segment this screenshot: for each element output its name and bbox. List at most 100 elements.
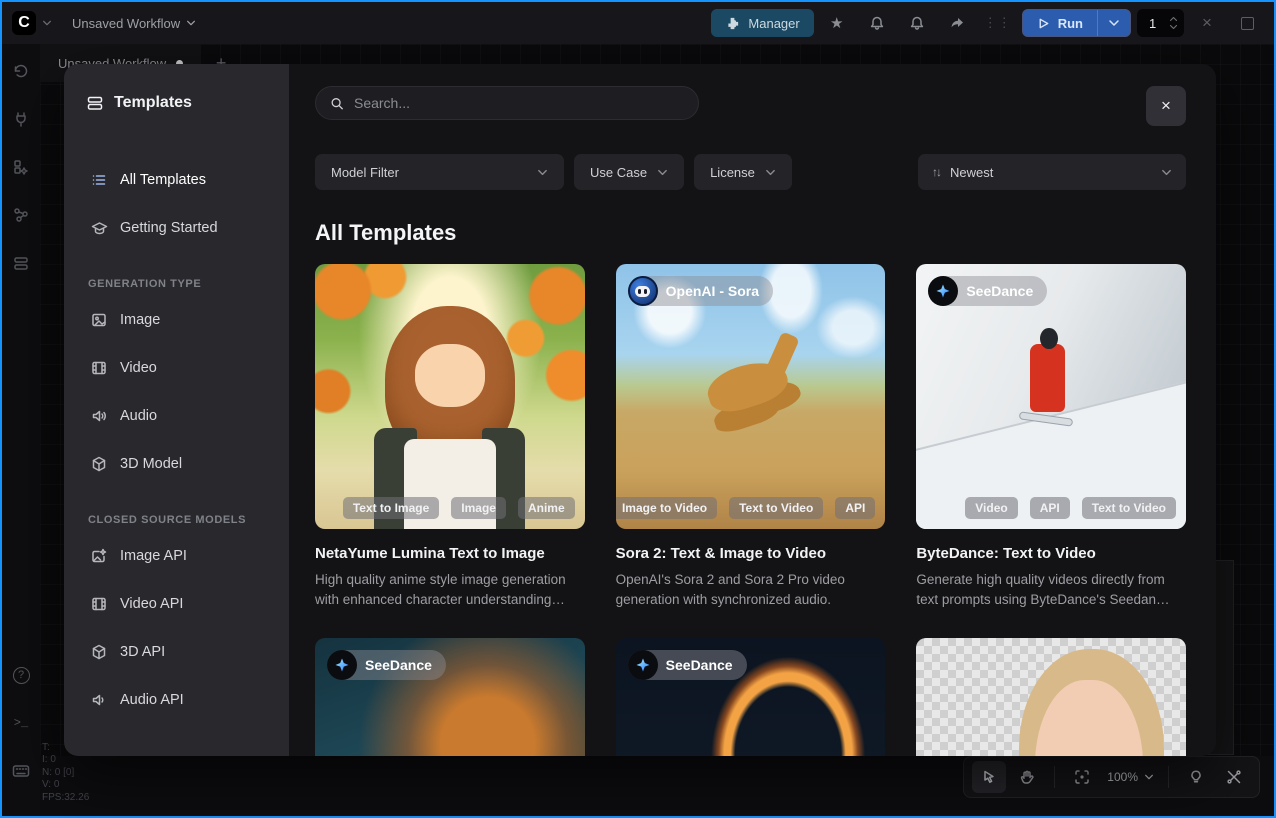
bell-icon[interactable] (860, 9, 894, 37)
templates-sidebar: Templates All Templates Getting Started … (64, 64, 289, 756)
comfyui-logo[interactable]: C (12, 11, 36, 35)
sidebar-item-video[interactable]: Video (86, 344, 269, 392)
sidebar-item-audio[interactable]: Audio (86, 392, 269, 440)
logo-menu-chevron-icon[interactable] (42, 18, 52, 28)
manager-button[interactable]: Manager (711, 9, 813, 37)
sidebar-item-label: 3D Model (120, 456, 182, 472)
template-card-partial-1[interactable]: SeeDance (315, 638, 585, 756)
section-closed-source-models: CLOSED SOURCE MODELS (88, 514, 269, 526)
lightbulb-icon[interactable] (1179, 761, 1213, 793)
tag-badge: Text to Video (1082, 497, 1176, 519)
chevron-down-icon (537, 167, 548, 178)
clear-queue-icon[interactable] (1230, 9, 1264, 37)
puzzle-icon (725, 16, 740, 31)
sidebar-item-3d-model[interactable]: 3D Model (86, 440, 269, 488)
templates-modal: Templates All Templates Getting Started … (64, 64, 1216, 756)
card-title: ByteDance: Text to Video (916, 545, 1186, 562)
toolbar-drag-handle[interactable]: ⋮⋮ (984, 15, 1012, 31)
graduation-cap-icon (90, 220, 108, 237)
model-filter-label: Model Filter (331, 165, 399, 180)
model-filter-dropdown[interactable]: Model Filter (315, 154, 564, 190)
sidebar-item-label: Video API (120, 596, 183, 612)
seedance-star-icon (935, 283, 951, 299)
speaker-icon (90, 408, 108, 424)
tag-badge: Image to Video (616, 497, 717, 519)
sidebar-item-audio-api[interactable]: Audio API (86, 676, 269, 724)
templates-rail-icon[interactable] (6, 248, 36, 278)
template-card-netayume[interactable]: Text to Image Image Anime NetaYume Lumin… (315, 264, 585, 610)
toggle-links-icon[interactable] (1217, 761, 1251, 793)
cube-icon (90, 456, 108, 472)
fit-view-icon[interactable] (1065, 761, 1099, 793)
sort-dropdown[interactable]: ↑↓ Newest (918, 154, 1186, 190)
model-library-icon[interactable] (6, 152, 36, 182)
terminal-icon[interactable]: >_ (6, 708, 36, 738)
templates-content: × Model Filter Use Case License ↑↓ Newes… (289, 64, 1216, 756)
run-button-group[interactable]: Run (1022, 9, 1131, 37)
template-card-partial-3[interactable] (916, 638, 1186, 756)
help-icon[interactable]: ? (6, 660, 36, 690)
sidebar-item-video-api[interactable]: Video API (86, 580, 269, 628)
sidebar-item-label: Audio (120, 408, 157, 424)
search-box[interactable] (315, 86, 699, 120)
select-tool-icon[interactable] (972, 761, 1006, 793)
card-thumbnail (916, 638, 1186, 756)
favorite-star-icon[interactable]: ★ (820, 9, 854, 37)
zoom-level-dropdown[interactable]: 100% (1103, 770, 1158, 784)
sort-label: Newest (950, 165, 993, 180)
templates-grid: Text to Image Image Anime NetaYume Lumin… (315, 264, 1186, 756)
license-dropdown[interactable]: License (694, 154, 792, 190)
tag-badge: API (1030, 497, 1070, 519)
workflows-graph-icon[interactable] (6, 200, 36, 230)
run-options-chevron[interactable] (1098, 17, 1130, 29)
cancel-run-icon[interactable]: × (1190, 9, 1224, 37)
sidebar-item-image[interactable]: Image (86, 296, 269, 344)
batch-count-stepper[interactable]: 1 (1137, 9, 1184, 37)
sidebar-item-getting-started[interactable]: Getting Started (86, 204, 269, 252)
search-input[interactable] (354, 95, 684, 111)
chevron-down-icon (765, 167, 776, 178)
image-sparkle-icon (90, 548, 108, 564)
node-library-icon[interactable] (6, 104, 36, 134)
film-icon (90, 360, 108, 376)
template-card-sora2[interactable]: OpenAI - Sora Image to Video Text to Vid… (616, 264, 886, 610)
openai-sora-logo: OpenAI - Sora (628, 276, 773, 306)
manager-label: Manager (748, 16, 799, 31)
chevron-down-icon (657, 167, 668, 178)
film-icon (90, 596, 108, 612)
template-card-partial-2[interactable]: SeeDance (616, 638, 886, 756)
queue-history-icon[interactable] (6, 56, 36, 86)
sidebar-item-all-templates[interactable]: All Templates (86, 156, 269, 204)
card-thumbnail: SeeDance (616, 638, 886, 756)
left-sidebar-rail: ? >_ (2, 44, 40, 816)
bell-alt-icon[interactable] (900, 9, 934, 37)
card-thumbnail: SeeDance (315, 638, 585, 756)
tag-badge: Text to Video (729, 497, 823, 519)
zoom-level-value: 100% (1107, 770, 1138, 784)
card-thumbnail: SeeDance Video API Text to Video (916, 264, 1186, 529)
list-icon (90, 172, 108, 188)
pan-tool-icon[interactable] (1010, 761, 1044, 793)
seedance-star-icon (635, 657, 651, 673)
play-icon (1037, 17, 1050, 30)
sidebar-item-3d-api[interactable]: 3D API (86, 628, 269, 676)
cube-icon (90, 644, 108, 660)
use-case-dropdown[interactable]: Use Case (574, 154, 684, 190)
stat-v: V: 0 (42, 779, 89, 792)
workflow-name-dropdown[interactable]: Unsaved Workflow (72, 16, 196, 31)
run-button[interactable]: Run (1023, 16, 1097, 31)
image-icon (90, 312, 108, 328)
close-icon[interactable]: × (1146, 86, 1186, 126)
sidebar-item-label: Image API (120, 548, 187, 564)
template-card-bytedance[interactable]: SeeDance Video API Text to Video ByteDan… (916, 264, 1186, 610)
card-title: NetaYume Lumina Text to Image (315, 545, 585, 562)
keyboard-shortcuts-icon[interactable] (6, 756, 36, 786)
card-thumbnail: Text to Image Image Anime (315, 264, 585, 529)
chevron-down-icon (1144, 772, 1154, 782)
canvas-toolbar: 100% (963, 756, 1260, 798)
sidebar-item-image-api[interactable]: Image API (86, 532, 269, 580)
sort-arrows-icon: ↑↓ (932, 165, 940, 179)
card-thumbnail: OpenAI - Sora Image to Video Text to Vid… (616, 264, 886, 529)
use-case-label: Use Case (590, 165, 647, 180)
share-icon[interactable] (940, 9, 974, 37)
